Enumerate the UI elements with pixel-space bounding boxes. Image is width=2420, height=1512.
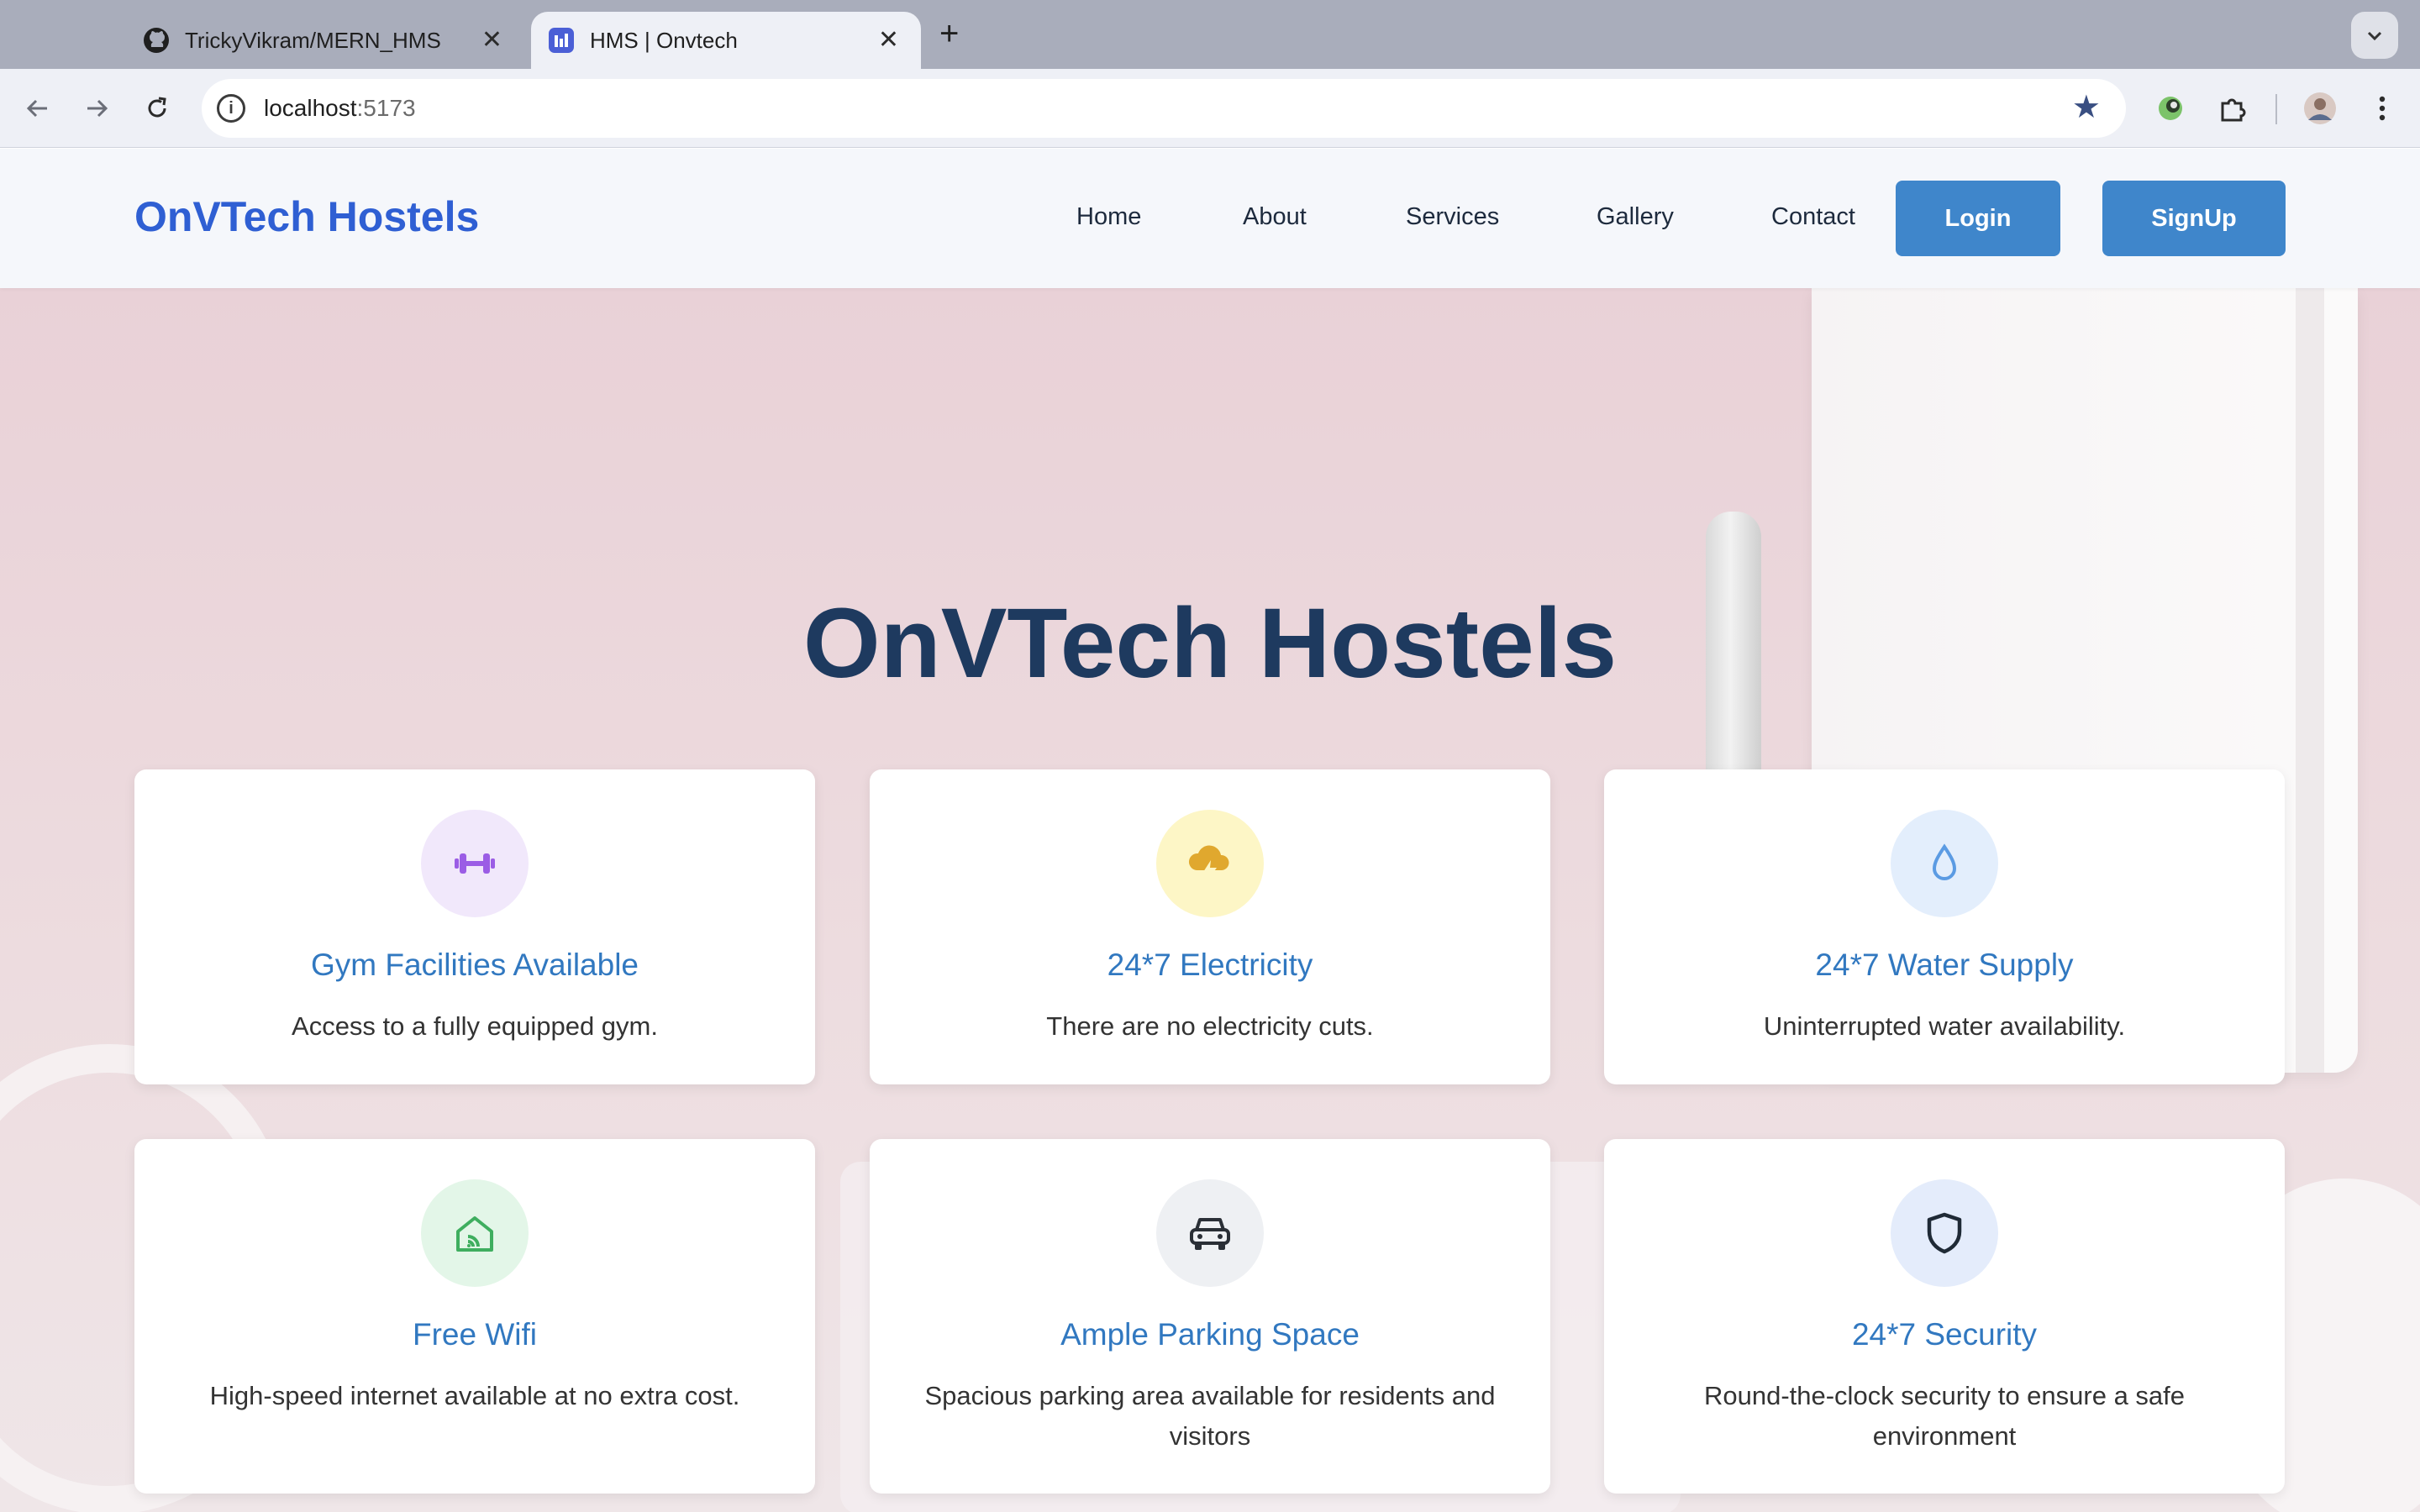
feature-description: Uninterrupted water availability. — [1763, 1011, 2126, 1041]
feature-description: High-speed internet available at no extr… — [209, 1381, 740, 1410]
new-tab-button[interactable]: + — [939, 15, 959, 52]
shield-icon — [1927, 1212, 1962, 1254]
browser-menu-button[interactable] — [2361, 87, 2403, 129]
hero-title: OnVTech Hostels — [802, 588, 1618, 699]
url-port: :5173 — [356, 95, 416, 121]
feature-card-water: 24*7 Water Supply Uninterrupted water av… — [1604, 769, 2285, 1084]
close-tab-icon[interactable]: ✕ — [481, 28, 502, 53]
feature-description: Spacious parking area available for resi… — [924, 1381, 1496, 1451]
github-icon — [143, 27, 170, 54]
chevron-down-icon — [2367, 31, 2382, 41]
arrow-left-icon — [26, 99, 47, 118]
nav-about[interactable]: About — [1243, 203, 1307, 231]
tab-search-button[interactable] — [2351, 12, 2398, 59]
feature-card-wifi: Free Wifi High-speed internet available … — [134, 1139, 815, 1494]
feature-title: 24*7 Water Supply — [1815, 948, 2074, 982]
site-header: OnVTech Hostels Home About Services Gall… — [0, 149, 2420, 288]
signup-button[interactable]: SignUp — [2102, 181, 2286, 256]
feature-icon-bg — [1891, 1179, 1998, 1287]
more-vert-icon — [2379, 96, 2386, 121]
brand-logo[interactable]: OnVTech Hostels — [134, 192, 479, 241]
browser-tab-github[interactable]: TrickyVikram/MERN_HMS ✕ — [126, 12, 524, 69]
nav-home[interactable]: Home — [1076, 203, 1141, 231]
nav-services[interactable]: Services — [1406, 203, 1499, 231]
feature-icon-bg — [1891, 810, 1998, 917]
feature-description: There are no electricity cuts. — [1046, 1011, 1374, 1041]
feature-icon-bg — [421, 1179, 529, 1287]
feature-icon-bg — [1156, 810, 1264, 917]
browser-tab-hms[interactable]: HMS | Onvtech ✕ — [531, 12, 921, 69]
browser-toolbar: i localhost:5173 ★ — [0, 69, 2420, 148]
feature-title: 24*7 Security — [1851, 1317, 2038, 1352]
toolbar-separator — [2275, 94, 2277, 124]
feature-card-gym: Gym Facilities Available Access to a ful… — [134, 769, 815, 1084]
browser-tabstrip: TrickyVikram/MERN_HMS ✕ HMS | Onvtech ✕ … — [0, 0, 2420, 69]
feature-title: Free Wifi — [413, 1317, 537, 1352]
bookmark-star-icon[interactable]: ★ — [2072, 91, 2101, 124]
login-button[interactable]: Login — [1896, 181, 2060, 256]
tab-title: TrickyVikram/MERN_HMS — [185, 27, 441, 53]
lightning-cloud-icon — [1188, 845, 1229, 882]
tab-title: HMS | Onvtech — [590, 27, 738, 53]
url-text: localhost:5173 — [264, 95, 416, 122]
app-favicon — [548, 27, 575, 54]
feature-card-electricity: 24*7 Electricity There are no electricit… — [870, 769, 1550, 1084]
water-drop-icon — [1932, 843, 1957, 880]
reload-icon — [148, 97, 166, 118]
url-host: localhost — [264, 95, 357, 121]
close-tab-icon[interactable]: ✕ — [878, 28, 899, 53]
nav-contact[interactable]: Contact — [1771, 203, 1855, 231]
feature-description: Round-the-clock security to ensure a saf… — [1703, 1381, 2186, 1451]
feature-icon-bg — [1156, 1179, 1264, 1287]
site-info-icon[interactable]: i — [217, 94, 245, 123]
arrow-right-icon — [87, 99, 108, 118]
feature-icon-bg — [421, 810, 529, 917]
address-bar[interactable]: i localhost:5173 ★ — [202, 79, 2126, 138]
feature-card-parking: Ample Parking Space Spacious parking are… — [870, 1139, 1550, 1494]
hero-section: OnVTech Hostels Gym Facilities Available… — [0, 288, 2420, 1512]
back-button[interactable] — [17, 87, 59, 129]
reload-button[interactable] — [136, 87, 178, 129]
extensions-menu-button[interactable] — [2212, 87, 2254, 129]
feature-title: Ample Parking Space — [1060, 1317, 1360, 1352]
home-wifi-icon — [456, 1216, 493, 1252]
nav-gallery[interactable]: Gallery — [1597, 203, 1674, 231]
puzzle-icon — [2221, 98, 2246, 122]
dumbbell-icon — [455, 853, 495, 874]
feature-title: Gym Facilities Available — [310, 948, 639, 982]
feature-card-security: 24*7 Security Round-the-clock security t… — [1604, 1139, 2285, 1494]
extension-button[interactable] — [2149, 87, 2191, 129]
avatar-icon — [2304, 92, 2336, 124]
car-icon — [1190, 1218, 1230, 1250]
extension-logo-icon — [2159, 97, 2182, 120]
feature-description: Access to a fully equipped gym. — [292, 1011, 658, 1041]
profile-avatar[interactable] — [2299, 87, 2341, 129]
feature-title: 24*7 Electricity — [1107, 948, 1313, 982]
forward-button[interactable] — [76, 87, 118, 129]
